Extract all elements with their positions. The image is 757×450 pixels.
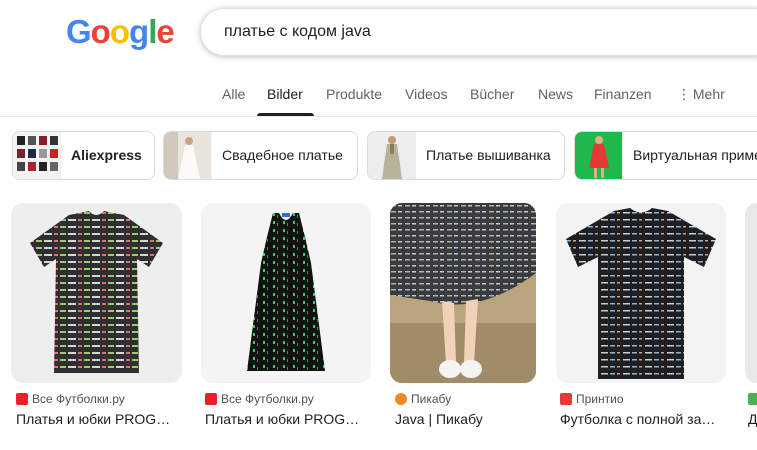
result-image[interactable] bbox=[390, 203, 536, 383]
result-image[interactable] bbox=[11, 203, 182, 383]
google-logo[interactable]: Google bbox=[66, 13, 175, 50]
tab-news[interactable]: News bbox=[538, 86, 573, 102]
chip-label: Aliexpress bbox=[71, 147, 142, 163]
logo-letter: G bbox=[66, 13, 92, 50]
result-source-name: Все Футболки.ру bbox=[32, 392, 125, 406]
tab-alle[interactable]: Alle bbox=[222, 86, 245, 102]
tabs-divider bbox=[0, 116, 757, 117]
source-favicon-icon bbox=[16, 393, 28, 405]
tab-mehr[interactable]: ⋮ Mehr bbox=[677, 86, 725, 103]
chip-thumbnail bbox=[13, 132, 61, 179]
result-source-name: Принтио bbox=[576, 392, 624, 406]
tab-finanzen[interactable]: Finanzen bbox=[594, 86, 652, 102]
chip-thumbnail bbox=[575, 132, 623, 179]
result-title[interactable]: Java | Пикабу bbox=[395, 411, 483, 427]
result-title[interactable]: Платья и юбки PROG… bbox=[205, 411, 359, 427]
tab-produkte[interactable]: Produkte bbox=[326, 86, 382, 102]
result-image[interactable] bbox=[745, 203, 757, 383]
result-image[interactable] bbox=[556, 203, 726, 383]
chip-label: Виртуальная примерка bbox=[633, 147, 757, 163]
chip-label: Платье вышиванка bbox=[426, 147, 551, 163]
result-source-name: Все Футболки.ру bbox=[221, 392, 314, 406]
result-source[interactable] bbox=[748, 392, 757, 406]
search-box[interactable]: платье с кодом java bbox=[200, 8, 757, 56]
chip-aliexpress[interactable]: Aliexpress bbox=[12, 131, 155, 180]
tab-bilder[interactable]: Bilder bbox=[267, 86, 303, 102]
source-favicon-icon bbox=[205, 393, 217, 405]
chip-thumbnail bbox=[164, 132, 212, 179]
result-title[interactable]: Д bbox=[748, 411, 757, 427]
chip-virtual-try-on[interactable]: Виртуальная примерка bbox=[574, 131, 757, 180]
source-favicon-icon bbox=[748, 393, 757, 405]
logo-letter: l bbox=[148, 13, 157, 50]
tab-mehr-label: Mehr bbox=[692, 86, 725, 102]
result-image[interactable] bbox=[201, 203, 371, 383]
logo-letter: o bbox=[109, 13, 130, 50]
result-source[interactable]: Все Футболки.ру bbox=[205, 392, 314, 406]
tab-videos[interactable]: Videos bbox=[405, 86, 448, 102]
result-source[interactable]: Пикабу bbox=[395, 392, 451, 406]
chip-thumbnail bbox=[368, 132, 416, 179]
search-input[interactable]: платье с кодом java bbox=[224, 23, 371, 41]
logo-letter: g bbox=[129, 13, 149, 50]
more-vert-icon: ⋮ bbox=[677, 86, 691, 102]
result-title[interactable]: Платья и юбки PROG… bbox=[16, 411, 170, 427]
tab-buecher[interactable]: Bücher bbox=[470, 86, 514, 102]
result-source[interactable]: Все Футболки.ру bbox=[16, 392, 125, 406]
result-source[interactable]: Принтио bbox=[560, 392, 624, 406]
source-favicon-icon bbox=[395, 393, 407, 405]
chip-wedding-dress[interactable]: Свадебное платье bbox=[163, 131, 358, 180]
chip-embroidered-dress[interactable]: Платье вышиванка bbox=[367, 131, 565, 180]
search-tabs: Alle Bilder Produkte Videos Bücher News … bbox=[0, 78, 757, 116]
logo-letter: e bbox=[156, 13, 174, 50]
logo-letter: o bbox=[90, 13, 111, 50]
source-favicon-icon bbox=[560, 393, 572, 405]
result-source-name: Пикабу bbox=[411, 392, 452, 406]
chip-label: Свадебное платье bbox=[222, 147, 343, 163]
result-title[interactable]: Футболка с полной за… bbox=[560, 411, 715, 427]
